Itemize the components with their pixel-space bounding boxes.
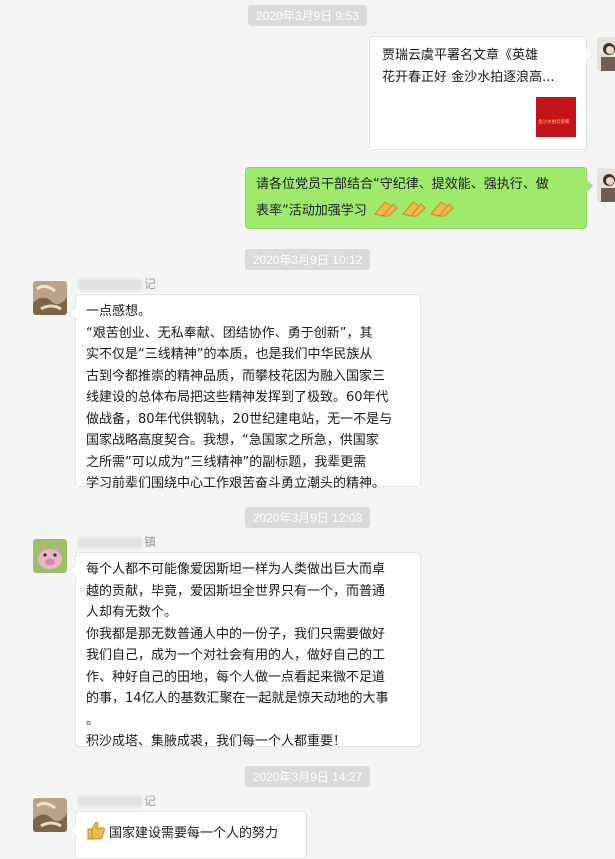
message-line: 我们自己，成为一个对社会有用的人，做好自己的工 [86,648,386,663]
timestamp: 2020年3月9日 10:12 [0,249,615,270]
thumbnail-caption: 金沙水拍云崖暖 [538,119,570,125]
message-line: “艰苦创业、无私奉献、团结协作、勇于创新”，其 [86,325,373,341]
message-line: 古到今都推崇的精神品质，而攀枝花因为融入国家三 [86,368,386,384]
clapping-hands-icon [371,196,455,226]
message-line: 表率”活动加强学习 [256,202,367,218]
message-line: 人却有无数个。 [86,605,178,620]
sender-name: 记 [78,275,156,292]
message-line: 学习前辈们围绕中心工作艰苦奋斗勇立潮头的精神。 [86,476,386,491]
link-thumbnail: 金沙水拍云崖暖 [536,97,576,137]
message-line: 做战备，80年代供钢轨，20世纪建电站，无一不是与 [86,411,393,427]
message-line: 每个人都不可能像爱因斯坦一样为人类做出巨大而卓 [86,562,386,577]
sender-name: 记 [78,792,156,809]
landscape-avatar-icon [33,798,67,832]
message-text: 国家建设需要每一个人的努力 [109,826,279,841]
timestamp: 2020年3月9日 9:53 [0,5,615,26]
link-card-title: 贾瑞云虞平署名文章《英雄 花开春正好 金沙水拍逐浪高... [382,45,574,89]
self-avatar-icon [597,168,615,202]
landscape-avatar-icon [33,281,67,315]
message-line: 线建设的总体布局把这些精神发挥到了极致。60年代 [86,390,389,405]
message-line: 你我都是那无数普通人中的一份子，我们只需要做好 [86,626,386,642]
self-avatar[interactable] [597,168,615,202]
timestamp: 2020年3月9日 12:03 [0,507,615,528]
contact-avatar[interactable] [33,798,67,832]
message-line: 。 [86,712,100,728]
message-line: 的事，14亿人的基数汇聚在一起就是惊天动地的大事 [86,691,389,706]
message-line: 积沙成塔、集腋成裘，我们每一个人都重要！ [86,734,347,749]
message-line: 之所需”可以成为“三线精神”的副标题，我辈更需 [86,454,367,470]
self-avatar-icon [597,37,615,71]
link-title-line: 贾瑞云虞平署名文章《英雄 [382,48,539,63]
timestamp: 2020年3月9日 14:27 [0,766,615,787]
self-avatar[interactable] [597,37,615,71]
message-line: 国家战略高度契合。我想，“急国家之所急，供国家 [86,433,379,448]
message-line: 一点感想。 [86,304,152,319]
message-line: 请各位党员干部结合“守纪律、提效能、强执行、做 [256,177,549,192]
message-line: 实不仅是“三线精神”的本质，也是我们中华民族从 [86,347,373,362]
thumbs-up-icon [86,820,106,848]
text-message[interactable]: 一点感想。 “艰苦创业、无私奉献、团结协作、勇于创新”，其 实不仅是“三线精神”… [69,294,421,491]
link-title-line: 花开春正好 金沙水拍逐浪高... [382,70,555,85]
text-message[interactable]: 请各位党员干部结合“守纪律、提效能、强执行、做 表率”活动加强学习 [245,167,593,229]
message-line: 越的贡献，毕竟，爱因斯坦全世界只有一个，而普通 [86,583,386,599]
text-message[interactable]: 每个人都不可能像爱因斯坦一样为人类做出巨大而卓 越的贡献，毕竟，爱因斯坦全世界只… [69,552,421,749]
contact-avatar[interactable] [33,539,67,573]
timestamp-label: 2020年3月9日 12:03 [244,507,371,528]
link-card-message[interactable]: 贾瑞云虞平署名文章《英雄 花开春正好 金沙水拍逐浪高... 金沙水拍云崖暖 [369,36,593,150]
timestamp-label: 2020年3月9日 10:12 [244,249,371,270]
timestamp-label: 2020年3月9日 14:27 [244,766,371,787]
contact-avatar[interactable] [33,281,67,315]
pig-avatar-icon [33,539,67,573]
sender-name: 镇 [78,533,156,550]
timestamp-label: 2020年3月9日 9:53 [248,5,367,26]
message-line: 作、种好自己的田地，每个人做一点看起来微不足道 [86,669,386,685]
